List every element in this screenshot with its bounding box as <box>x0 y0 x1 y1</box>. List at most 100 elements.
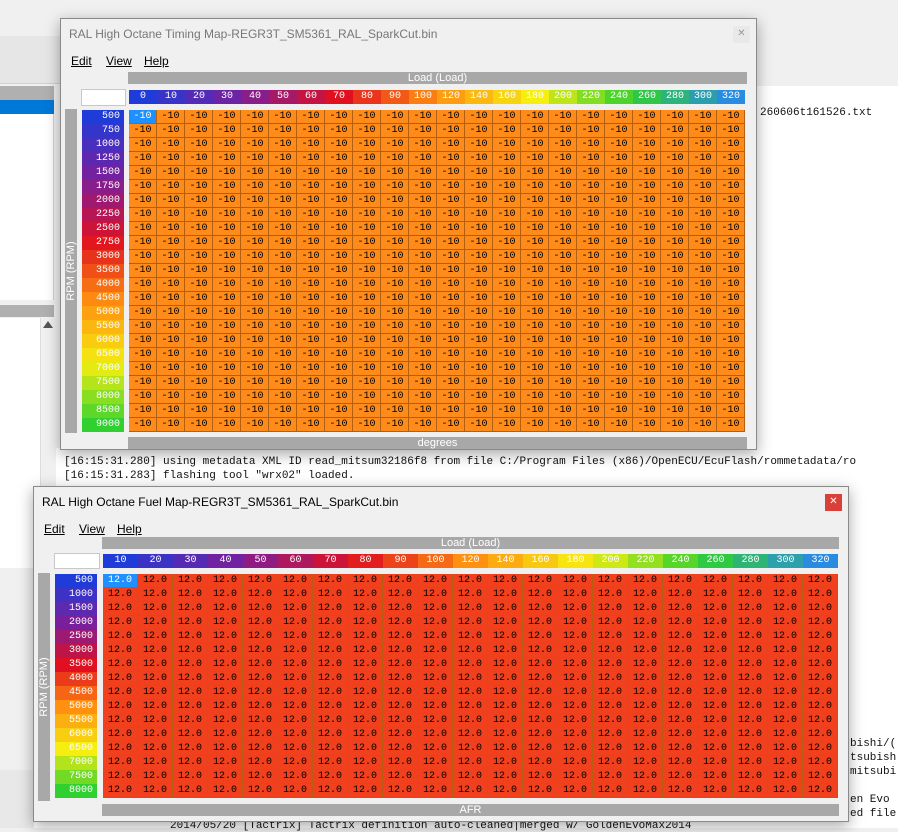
timing-table-cell[interactable]: -10 <box>661 194 689 208</box>
timing-table-cell[interactable]: -10 <box>241 334 269 348</box>
timing-table-cell[interactable]: -10 <box>269 376 297 390</box>
fuel-table-cell[interactable]: 12.0 <box>803 588 838 602</box>
fuel-table-cell[interactable]: 12.0 <box>383 658 418 672</box>
timing-table-cell[interactable]: -10 <box>409 250 437 264</box>
fuel-col-header[interactable]: 200 <box>593 554 628 568</box>
timing-table-cell[interactable]: -10 <box>661 124 689 138</box>
timing-table-cell[interactable]: -10 <box>605 180 633 194</box>
timing-table-cell[interactable]: -10 <box>213 236 241 250</box>
timing-table-cell[interactable]: -10 <box>633 194 661 208</box>
timing-table-cell[interactable]: -10 <box>437 124 465 138</box>
fuel-menu-help[interactable]: Help <box>117 522 142 536</box>
timing-row-header[interactable]: 5000 <box>82 306 124 320</box>
timing-table-cell[interactable]: -10 <box>353 152 381 166</box>
timing-table-cell[interactable]: -10 <box>605 166 633 180</box>
timing-table-cell[interactable]: -10 <box>381 180 409 194</box>
fuel-table-cell[interactable]: 12.0 <box>313 756 348 770</box>
fuel-table-cell[interactable]: 12.0 <box>278 742 313 756</box>
fuel-table-cell[interactable]: 12.0 <box>593 574 628 588</box>
timing-table-cell[interactable]: -10 <box>409 110 437 124</box>
fuel-table-cell[interactable]: 12.0 <box>768 630 803 644</box>
timing-col-header[interactable]: 180 <box>521 90 549 104</box>
timing-table-cell[interactable]: -10 <box>717 404 745 418</box>
timing-table-cell[interactable]: -10 <box>325 334 353 348</box>
timing-table-cell[interactable]: -10 <box>717 124 745 138</box>
timing-table-cell[interactable]: -10 <box>409 348 437 362</box>
fuel-table-cell[interactable]: 12.0 <box>733 588 768 602</box>
fuel-table-cell[interactable]: 12.0 <box>523 714 558 728</box>
timing-table-cell[interactable]: -10 <box>353 138 381 152</box>
fuel-table-cell[interactable]: 12.0 <box>488 602 523 616</box>
timing-table-cell[interactable]: -10 <box>241 138 269 152</box>
fuel-table-cell[interactable]: 12.0 <box>103 574 138 588</box>
fuel-table-cell[interactable]: 12.0 <box>418 630 453 644</box>
timing-table-cell[interactable]: -10 <box>269 362 297 376</box>
timing-row-header[interactable]: 5500 <box>82 320 124 334</box>
fuel-table-cell[interactable]: 12.0 <box>383 672 418 686</box>
timing-table-cell[interactable]: -10 <box>717 362 745 376</box>
fuel-table-cell[interactable]: 12.0 <box>383 630 418 644</box>
timing-table-cell[interactable]: -10 <box>325 152 353 166</box>
timing-table-cell[interactable]: -10 <box>633 208 661 222</box>
timing-col-header[interactable]: 200 <box>549 90 577 104</box>
timing-table-cell[interactable]: -10 <box>409 334 437 348</box>
fuel-table-cell[interactable]: 12.0 <box>523 616 558 630</box>
timing-table-cell[interactable]: -10 <box>577 180 605 194</box>
timing-table-cell[interactable]: -10 <box>409 376 437 390</box>
fuel-table-cell[interactable]: 12.0 <box>698 784 733 798</box>
timing-table-cell[interactable]: -10 <box>633 250 661 264</box>
timing-table-cell[interactable]: -10 <box>381 236 409 250</box>
fuel-table-cell[interactable]: 12.0 <box>418 672 453 686</box>
fuel-table-cell[interactable]: 12.0 <box>768 714 803 728</box>
fuel-table-cell[interactable]: 12.0 <box>453 644 488 658</box>
timing-table-cell[interactable]: -10 <box>185 376 213 390</box>
timing-table-cell[interactable]: -10 <box>297 292 325 306</box>
timing-table-cell[interactable]: -10 <box>409 320 437 334</box>
timing-table-cell[interactable]: -10 <box>269 208 297 222</box>
fuel-row-header[interactable]: 1500 <box>55 602 97 616</box>
timing-table-cell[interactable]: -10 <box>465 194 493 208</box>
timing-table-cell[interactable]: -10 <box>521 390 549 404</box>
fuel-table-cell[interactable]: 12.0 <box>768 700 803 714</box>
fuel-col-header[interactable]: 300 <box>768 554 803 568</box>
timing-table-cell[interactable]: -10 <box>689 124 717 138</box>
timing-table-cell[interactable]: -10 <box>577 320 605 334</box>
timing-table-cell[interactable]: -10 <box>521 236 549 250</box>
timing-table-cell[interactable]: -10 <box>241 180 269 194</box>
timing-row-header[interactable]: 6500 <box>82 348 124 362</box>
fuel-table-cell[interactable]: 12.0 <box>313 672 348 686</box>
timing-table-cell[interactable]: -10 <box>437 390 465 404</box>
fuel-table-cell[interactable]: 12.0 <box>698 602 733 616</box>
timing-col-header[interactable]: 20 <box>185 90 213 104</box>
timing-table-cell[interactable]: -10 <box>549 236 577 250</box>
timing-table-cell[interactable]: -10 <box>605 418 633 432</box>
fuel-table-cell[interactable]: 12.0 <box>243 742 278 756</box>
timing-table-cell[interactable]: -10 <box>129 222 157 236</box>
timing-table-cell[interactable]: -10 <box>409 166 437 180</box>
timing-row-header[interactable]: 3500 <box>82 264 124 278</box>
timing-col-header[interactable]: 140 <box>465 90 493 104</box>
timing-table-cell[interactable]: -10 <box>269 292 297 306</box>
timing-table-cell[interactable]: -10 <box>297 236 325 250</box>
fuel-table-cell[interactable]: 12.0 <box>558 672 593 686</box>
timing-table-cell[interactable]: -10 <box>353 362 381 376</box>
fuel-table-cell[interactable]: 12.0 <box>698 574 733 588</box>
timing-table-cell[interactable]: -10 <box>437 320 465 334</box>
timing-table-cell[interactable]: -10 <box>437 208 465 222</box>
fuel-table-cell[interactable]: 12.0 <box>733 672 768 686</box>
fuel-table-cell[interactable]: 12.0 <box>488 588 523 602</box>
timing-table-cell[interactable]: -10 <box>689 362 717 376</box>
fuel-table-cell[interactable]: 12.0 <box>173 672 208 686</box>
fuel-table-cell[interactable]: 12.0 <box>173 756 208 770</box>
timing-table-cell[interactable]: -10 <box>381 348 409 362</box>
timing-table-cell[interactable]: -10 <box>157 278 185 292</box>
timing-table-cell[interactable]: -10 <box>661 348 689 362</box>
fuel-table-cell[interactable]: 12.0 <box>733 602 768 616</box>
timing-table-cell[interactable]: -10 <box>465 250 493 264</box>
timing-table-cell[interactable]: -10 <box>297 334 325 348</box>
timing-table-cell[interactable]: -10 <box>661 180 689 194</box>
fuel-table-cell[interactable]: 12.0 <box>348 756 383 770</box>
fuel-table-cell[interactable]: 12.0 <box>313 574 348 588</box>
timing-table-cell[interactable]: -10 <box>689 376 717 390</box>
timing-row-header[interactable]: 2500 <box>82 222 124 236</box>
